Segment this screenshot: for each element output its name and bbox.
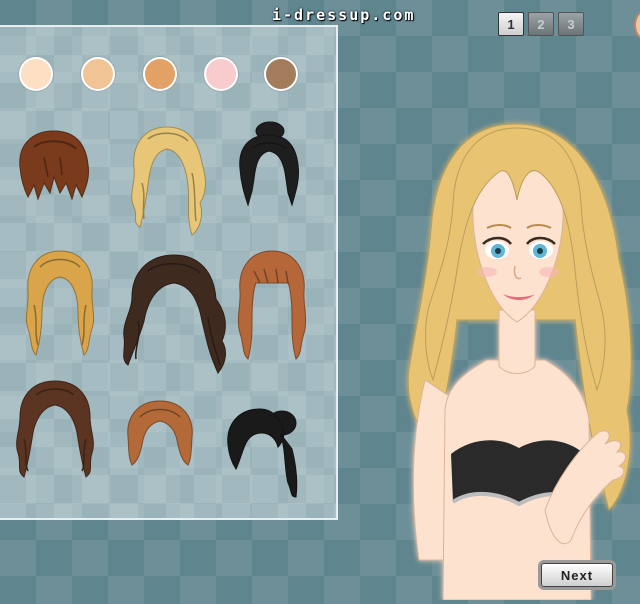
doll-model [395,110,640,604]
skin-tone-swatch-4[interactable] [204,57,238,91]
hairstyle-option-7[interactable] [12,379,98,479]
skin-tone-swatch-3[interactable] [143,57,177,91]
page-2-button[interactable]: 2 [528,12,554,36]
hairstyle-option-2[interactable] [122,123,212,243]
hairstyle-option-1[interactable] [14,127,94,207]
skin-tone-swatch-5[interactable] [264,57,298,91]
next-button[interactable]: Next [541,563,613,587]
hairstyle-option-8[interactable] [122,399,198,469]
hairstyle-option-6[interactable] [234,249,310,361]
hairstyle-option-5[interactable] [118,251,230,381]
page-1-button[interactable]: 1 [498,12,524,36]
hairstyle-option-3[interactable] [234,121,304,211]
page-3-button[interactable]: 3 [558,12,584,36]
corner-swatch-partial [634,10,640,40]
hairstyle-option-4[interactable] [20,249,100,359]
page-selector: 1 2 3 [498,12,584,36]
hairstyle-panel [0,25,338,520]
skin-tone-swatch-1[interactable] [19,57,53,91]
skin-tone-swatch-2[interactable] [81,57,115,91]
hairstyle-option-9[interactable] [220,403,304,499]
site-logo: i-dressup.com [272,6,416,24]
